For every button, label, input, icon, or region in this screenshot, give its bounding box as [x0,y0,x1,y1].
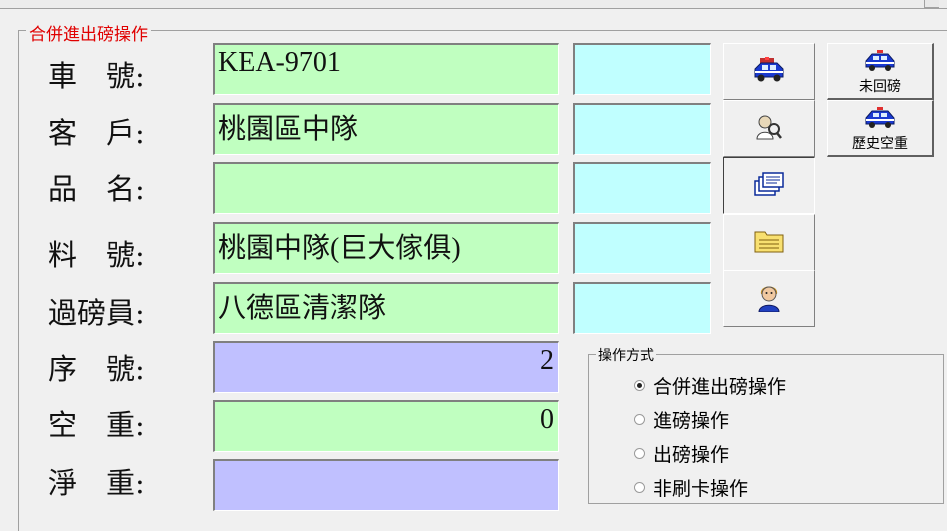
mode-option-label: 合併進出磅操作 [653,376,787,398]
mode-option-non-card[interactable]: 非刷卡操作 [634,474,748,501]
operation-mode-title: 操作方式 [596,345,656,365]
material-label: 料 號: [48,238,145,272]
mode-option-label: 非刷卡操作 [653,478,749,500]
top-toolbar-edge [0,0,947,9]
material-field[interactable]: 桃園中隊(巨大傢俱) [213,222,559,274]
serial-field[interactable]: 2 [213,341,559,393]
weigher-label: 過磅員: [48,296,145,330]
history-tare-button[interactable]: 歷史空重 [827,100,934,157]
police-car-icon [863,50,897,76]
person-icon [756,282,782,316]
mode-option-merge[interactable]: 合併進出磅操作 [634,372,786,399]
mode-option-out[interactable]: 出磅操作 [634,440,729,467]
top-corner-control[interactable] [924,0,939,8]
mode-option-label: 進磅操作 [653,410,730,432]
radio-icon[interactable] [634,482,645,493]
radio-icon[interactable] [634,414,645,425]
person-search-icon [755,113,783,145]
customer-extra-field[interactable] [573,103,711,155]
folder-list-icon [753,228,785,258]
material-lookup-button[interactable] [723,214,815,271]
unreturned-button[interactable]: 未回磅 [827,43,934,100]
plate-extra-field[interactable] [573,43,711,95]
radio-icon[interactable] [634,448,645,459]
police-car-icon [863,107,897,133]
customer-field[interactable]: 桃園區中隊 [213,103,559,155]
product-label: 品 名: [48,172,145,206]
history-tare-label: 歷史空重 [852,136,908,152]
net-weight-field[interactable] [213,459,559,511]
customer-lookup-button[interactable] [723,100,815,157]
cards-icon [753,171,785,201]
mode-option-in[interactable]: 進磅操作 [634,406,729,433]
radio-selected-icon[interactable] [634,380,645,391]
tare-label: 空 重: [48,408,145,442]
net-weight-label: 淨 重: [48,466,145,500]
weigher-extra-field[interactable] [573,282,711,334]
car-icon [751,55,787,89]
serial-label: 序 號: [48,352,145,386]
material-extra-field[interactable] [573,222,711,274]
weigher-lookup-button[interactable] [723,270,815,327]
plate-field[interactable]: KEA-9701 [213,43,559,95]
customer-label: 客 戶: [48,116,145,150]
product-extra-field[interactable] [573,162,711,214]
plate-label: 車 號: [48,59,145,93]
weigher-field[interactable]: 八德區清潔隊 [213,282,559,334]
group-title: 合併進出磅操作 [26,20,151,45]
product-lookup-button[interactable] [723,157,815,214]
unreturned-label: 未回磅 [859,79,901,95]
mode-option-label: 出磅操作 [653,444,730,466]
tare-field[interactable]: 0 [213,400,559,452]
product-field[interactable] [213,162,559,214]
vehicle-lookup-button[interactable] [723,43,815,100]
